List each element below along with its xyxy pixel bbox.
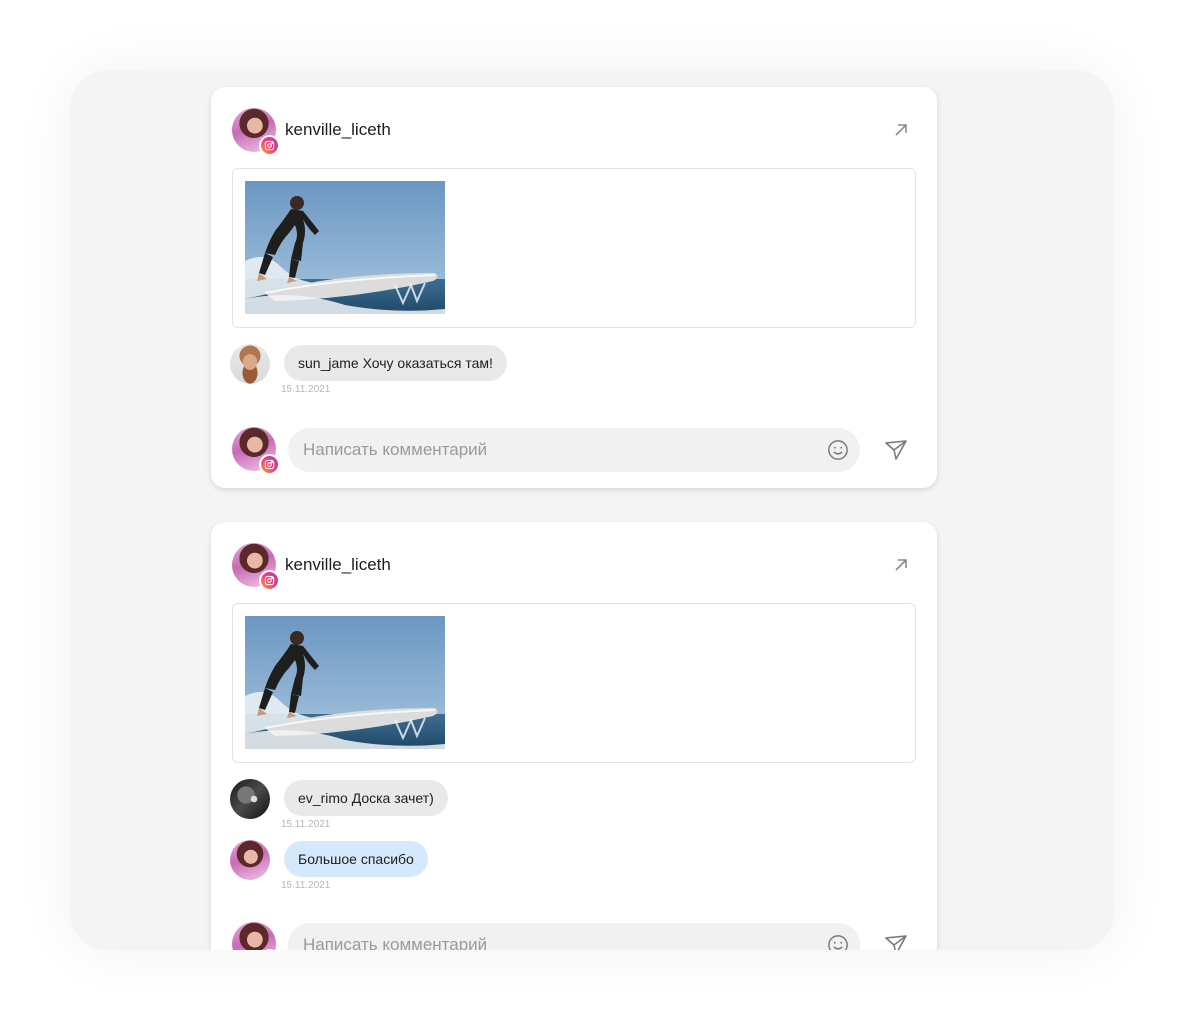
smile-icon bbox=[828, 935, 848, 950]
emoji-button[interactable] bbox=[826, 933, 850, 950]
author-username[interactable]: kenville_liceth bbox=[285, 120, 391, 140]
comment-input[interactable] bbox=[288, 428, 860, 472]
author-avatar[interactable] bbox=[232, 108, 280, 156]
author-avatar[interactable] bbox=[232, 543, 280, 591]
current-user-avatar bbox=[232, 922, 280, 950]
current-user-avatar bbox=[232, 427, 280, 475]
post-header: kenville_liceth bbox=[232, 542, 916, 591]
comment-date: 15.11.2021 bbox=[281, 880, 331, 891]
instagram-icon bbox=[259, 570, 280, 591]
emoji-button[interactable] bbox=[826, 438, 850, 462]
post-card: kenville_liceth bbox=[211, 522, 937, 950]
send-button[interactable] bbox=[882, 436, 910, 464]
smile-icon bbox=[828, 440, 848, 460]
comment-item: sun_jame Хочу оказаться там! 15.11.2021 bbox=[230, 344, 630, 400]
comment-composer bbox=[232, 922, 916, 950]
send-icon bbox=[885, 440, 907, 460]
comment-input[interactable] bbox=[288, 923, 860, 950]
comment-author[interactable]: ev_rimo bbox=[298, 790, 348, 806]
comment-bubble: ev_rimo Доска зачет) bbox=[284, 780, 448, 816]
arrow-up-right-icon bbox=[895, 559, 907, 571]
surfer-image[interactable] bbox=[245, 181, 445, 314]
feed-container: kenville_liceth sun_jame Хочу оказаться … bbox=[70, 70, 1114, 950]
comment-author[interactable]: sun_jame bbox=[298, 355, 359, 371]
post-media bbox=[232, 603, 916, 763]
comment-text: Хочу оказаться там! bbox=[362, 355, 493, 371]
instagram-icon bbox=[259, 949, 280, 950]
author-username[interactable]: kenville_liceth bbox=[285, 555, 391, 575]
open-post-button[interactable] bbox=[886, 115, 916, 145]
comment-bubble: Большое спасибо bbox=[284, 841, 428, 877]
send-icon bbox=[885, 935, 907, 950]
comment-bubble: sun_jame Хочу оказаться там! bbox=[284, 345, 507, 381]
post-card: kenville_liceth bbox=[211, 87, 937, 488]
surfer-image[interactable] bbox=[245, 616, 445, 749]
instagram-icon bbox=[259, 135, 280, 156]
comment-item-own: Большое спасибо 15.11.2021 bbox=[230, 840, 630, 896]
commenter-avatar[interactable] bbox=[230, 840, 270, 880]
open-post-button[interactable] bbox=[886, 550, 916, 580]
commenter-avatar[interactable] bbox=[230, 344, 270, 384]
send-button[interactable] bbox=[882, 931, 910, 950]
comment-date: 15.11.2021 bbox=[281, 819, 331, 830]
arrow-up-right-icon bbox=[895, 124, 907, 136]
commenter-avatar[interactable] bbox=[230, 779, 270, 819]
comment-item: ev_rimo Доска зачет) 15.11.2021 bbox=[230, 779, 630, 835]
post-header: kenville_liceth bbox=[232, 107, 916, 156]
comment-composer bbox=[232, 427, 916, 475]
comment-date: 15.11.2021 bbox=[281, 384, 331, 395]
comment-text: Большое спасибо bbox=[298, 851, 414, 867]
comment-text: Доска зачет) bbox=[351, 790, 434, 806]
post-media bbox=[232, 168, 916, 328]
instagram-icon bbox=[259, 454, 280, 475]
